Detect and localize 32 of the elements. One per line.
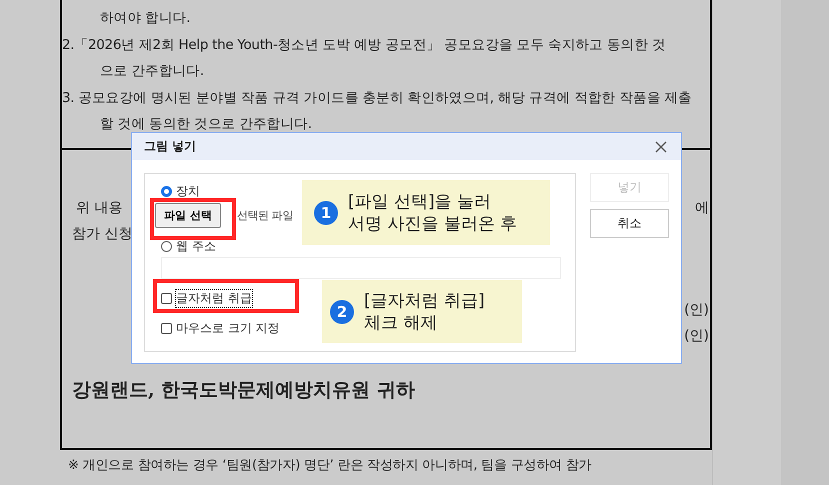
callout-text: [글자처럼 취급] <box>364 290 485 312</box>
radio-label: 장치 <box>176 182 200 200</box>
dialog-button[interactable]: 취소 <box>590 209 669 238</box>
addressee-heading: 강원랜드, 한국도박문제예방치유원 귀하 <box>72 378 416 403</box>
url-field[interactable] <box>161 257 561 279</box>
seal-mark: (인) <box>684 301 709 320</box>
footnote: ※ 개인으로 참여하는 경우 ‘팀원(참가자) 명단’ 란은 작성하지 아니하며, 팀을 구성하여 참가 <box>67 457 592 474</box>
checkbox[interactable] <box>161 322 172 334</box>
step-number-badge: 2 <box>330 300 354 324</box>
radio-button[interactable] <box>161 186 172 196</box>
notice-line: 3. 공모요강에 명시된 분야별 작품 규격 가이드를 충분히 확인하였으며, 해당 규격에 적합한 작품을 제출 <box>62 88 693 108</box>
radio-button[interactable] <box>161 240 172 252</box>
file-select-button[interactable]: 파일 선택 <box>155 203 221 228</box>
statement-text: 에 <box>695 199 709 218</box>
notice-line: 하여야 합니다. <box>99 9 192 28</box>
seal-mark: (인) <box>684 327 709 346</box>
step-number-badge: 1 <box>314 200 338 224</box>
checkbox-label: 글자처럼 취급 <box>176 290 252 306</box>
callout-text: [파일 선택]을 눌러 <box>348 190 492 212</box>
notice-line: 으로 간주합니다. <box>99 62 205 81</box>
checkbox-label: 마우스로 크기 지정 <box>176 320 280 336</box>
statement-text: 참가 신청 <box>72 225 132 244</box>
callout-text: 서명 사진을 불러온 후 <box>348 212 518 234</box>
close-icon[interactable] <box>655 140 667 152</box>
notice-line: 할 것에 동의한 것으로 간주합니다. <box>99 115 313 134</box>
callout-text: 체크 해제 <box>364 312 438 334</box>
radio-label: 웹 주소 <box>176 238 216 254</box>
checkbox[interactable] <box>161 292 172 304</box>
file-status: 선택된 파일 <box>236 208 293 223</box>
notice-line: 2.「2026년 제2회 Help the Youth-청소년 도박 예방 공모전」 공모요강을 모두 숙지하고 동의한 것 <box>62 36 667 54</box>
dialog-title: 그림 넣기 <box>144 138 196 155</box>
statement-text: 위 내용 <box>75 199 124 218</box>
